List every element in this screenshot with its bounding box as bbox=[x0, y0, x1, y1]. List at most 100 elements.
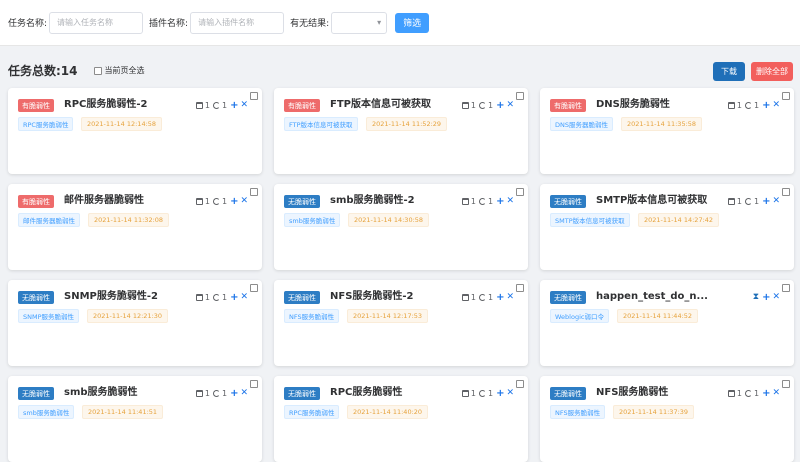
add-icon[interactable]: + bbox=[762, 196, 770, 207]
task-name-placeholder: 请输入任务名称 bbox=[57, 18, 114, 27]
task-card[interactable]: 有脆弱性 RPC服务脆弱性-2 1 1 + ✕ RPC服务脆弱性 2021-11-14 12:… bbox=[8, 88, 262, 174]
refresh-icon[interactable] bbox=[744, 389, 752, 397]
result-label: 有无结果: bbox=[290, 19, 330, 29]
card-toolbar: 1 1 + ✕ bbox=[727, 387, 780, 399]
task-card[interactable]: 无脆弱性 SMTP版本信息可被获取 1 1 + ✕ SMTP版本信息可被获取 2021-11-… bbox=[540, 184, 794, 270]
refresh-icon[interactable] bbox=[212, 197, 220, 205]
task-card[interactable]: 有脆弱性 FTP版本信息可被获取 1 1 + ✕ FTP版本信息可被获取 2021-11-14… bbox=[274, 88, 528, 174]
filter-button[interactable]: 筛选 bbox=[395, 12, 430, 33]
card-checkbox[interactable] bbox=[250, 92, 258, 100]
add-icon[interactable]: + bbox=[762, 292, 770, 303]
card-checkbox[interactable] bbox=[516, 188, 524, 196]
add-icon[interactable]: + bbox=[496, 388, 504, 399]
select-all-page[interactable]: 当前页全选 bbox=[93, 65, 145, 76]
card-toolbar: 1 1 + ✕ bbox=[461, 291, 514, 303]
calendar-icon[interactable] bbox=[461, 101, 469, 109]
add-icon[interactable]: + bbox=[496, 292, 504, 303]
close-icon[interactable]: ✕ bbox=[240, 100, 248, 110]
schedule-count: 1 bbox=[736, 100, 742, 110]
delete-all-button[interactable]: 删除全部 bbox=[751, 62, 793, 81]
task-card[interactable]: 无脆弱性 NFS服务脆弱性-2 1 1 + ✕ NFS服务脆弱性 2021-11-14 12:… bbox=[274, 280, 528, 366]
close-icon[interactable]: ✕ bbox=[506, 100, 514, 110]
result-select[interactable]: ▾ bbox=[331, 11, 388, 34]
time-tag: 2021-11-14 12:17:53 bbox=[347, 309, 429, 323]
close-icon[interactable]: ✕ bbox=[772, 196, 780, 206]
task-card[interactable]: 无脆弱性 SNMP服务脆弱性-2 1 1 + ✕ SNMP服务脆弱性 2021-11-14 1… bbox=[8, 280, 262, 366]
card-toolbar: 1 1 + ✕ bbox=[727, 99, 780, 111]
refresh-icon[interactable] bbox=[744, 101, 752, 109]
card-checkbox[interactable] bbox=[782, 380, 790, 388]
card-checkbox[interactable] bbox=[516, 92, 524, 100]
refresh-icon[interactable] bbox=[478, 389, 486, 397]
card-checkbox[interactable] bbox=[782, 188, 790, 196]
schedule-count: 1 bbox=[736, 196, 742, 206]
time-tag: 2021-11-14 14:27:42 bbox=[638, 213, 720, 227]
select-all-checkbox[interactable] bbox=[93, 66, 102, 75]
card-checkbox[interactable] bbox=[782, 92, 790, 100]
refresh-icon[interactable] bbox=[212, 389, 220, 397]
calendar-icon[interactable] bbox=[461, 293, 469, 301]
refresh-icon[interactable] bbox=[212, 293, 220, 301]
task-title: happen_test_do_n... bbox=[596, 291, 708, 302]
task-card[interactable]: 有脆弱性 DNS服务脆弱性 1 1 + ✕ DNS服务器脆弱性 2021-11-14 11:3… bbox=[540, 88, 794, 174]
close-icon[interactable]: ✕ bbox=[506, 388, 514, 398]
add-icon[interactable]: + bbox=[230, 388, 238, 399]
card-checkbox[interactable] bbox=[782, 284, 790, 292]
task-card[interactable]: 有脆弱性 邮件服务器脆弱性 1 1 + ✕ 邮件服务器脆弱性 2021-11-14 11:32… bbox=[8, 184, 262, 270]
calendar-icon[interactable] bbox=[461, 389, 469, 397]
add-icon[interactable]: + bbox=[762, 100, 770, 111]
task-name-input[interactable]: 请输入任务名称 bbox=[49, 11, 144, 34]
card-checkbox[interactable] bbox=[250, 380, 258, 388]
card-checkbox[interactable] bbox=[250, 188, 258, 196]
calendar-icon[interactable] bbox=[195, 197, 203, 205]
task-card[interactable]: 无脆弱性 RPC服务脆弱性 1 1 + ✕ RPC服务脆弱性 2021-11-14 11:40… bbox=[274, 376, 528, 462]
refresh-icon[interactable] bbox=[744, 197, 752, 205]
card-checkbox[interactable] bbox=[250, 284, 258, 292]
add-icon[interactable]: + bbox=[230, 100, 238, 111]
calendar-icon[interactable] bbox=[195, 389, 203, 397]
status-badge: 无脆弱性 bbox=[18, 387, 54, 400]
calendar-icon[interactable] bbox=[727, 197, 735, 205]
task-card-grid: 有脆弱性 RPC服务脆弱性-2 1 1 + ✕ RPC服务脆弱性 2021-11-14 12:… bbox=[8, 88, 794, 462]
refresh-icon[interactable] bbox=[478, 197, 486, 205]
plugin-tag: 邮件服务器脆弱性 bbox=[18, 213, 80, 227]
card-toolbar: 1 1 + ✕ bbox=[727, 195, 780, 207]
task-card[interactable]: 无脆弱性 smb服务脆弱性-2 1 1 + ✕ smb服务脆弱性 2021-11-14 14:… bbox=[274, 184, 528, 270]
add-icon[interactable]: + bbox=[230, 196, 238, 207]
task-card[interactable]: 无脆弱性 happen_test_do_n... ⧗ + ✕ Weblogic弱口令 202… bbox=[540, 280, 794, 366]
refresh-icon[interactable] bbox=[478, 293, 486, 301]
calendar-icon[interactable] bbox=[461, 197, 469, 205]
plugin-tag: SNMP服务脆弱性 bbox=[18, 309, 80, 323]
plugin-name-input[interactable]: 请输入插件名称 bbox=[190, 11, 285, 34]
card-toolbar: 1 1 + ✕ bbox=[195, 387, 248, 399]
calendar-icon[interactable] bbox=[195, 101, 203, 109]
close-icon[interactable]: ✕ bbox=[240, 388, 248, 398]
add-icon[interactable]: + bbox=[230, 292, 238, 303]
card-toolbar: 1 1 + ✕ bbox=[195, 99, 248, 111]
card-checkbox[interactable] bbox=[516, 284, 524, 292]
calendar-icon[interactable] bbox=[727, 389, 735, 397]
close-icon[interactable]: ✕ bbox=[772, 292, 780, 302]
close-icon[interactable]: ✕ bbox=[506, 292, 514, 302]
download-button[interactable]: 下载 bbox=[713, 62, 745, 81]
run-count: 1 bbox=[487, 388, 494, 398]
add-icon[interactable]: + bbox=[496, 196, 504, 207]
task-title: RPC服务脆弱性-2 bbox=[64, 99, 148, 110]
close-icon[interactable]: ✕ bbox=[772, 100, 780, 110]
close-icon[interactable]: ✕ bbox=[240, 292, 248, 302]
close-icon[interactable]: ✕ bbox=[772, 388, 780, 398]
close-icon[interactable]: ✕ bbox=[240, 196, 248, 206]
refresh-icon[interactable] bbox=[212, 101, 220, 109]
status-badge: 无脆弱性 bbox=[550, 195, 586, 208]
add-icon[interactable]: + bbox=[762, 388, 770, 399]
card-checkbox[interactable] bbox=[516, 380, 524, 388]
close-icon[interactable]: ✕ bbox=[506, 196, 514, 206]
task-card[interactable]: 无脆弱性 smb服务脆弱性 1 1 + ✕ smb服务脆弱性 2021-11-14 11:41… bbox=[8, 376, 262, 462]
task-card[interactable]: 无脆弱性 NFS服务脆弱性 1 1 + ✕ NFS服务脆弱性 2021-11-14 11:37… bbox=[540, 376, 794, 462]
plugin-tag: RPC服务脆弱性 bbox=[284, 405, 340, 419]
refresh-icon[interactable] bbox=[478, 101, 486, 109]
filter-bar: 任务名称: 请输入任务名称 插件名称: 请输入插件名称 有无结果: ▾ 筛选 bbox=[0, 0, 800, 46]
add-icon[interactable]: + bbox=[496, 100, 504, 111]
calendar-icon[interactable] bbox=[727, 101, 735, 109]
calendar-icon[interactable] bbox=[195, 293, 203, 301]
